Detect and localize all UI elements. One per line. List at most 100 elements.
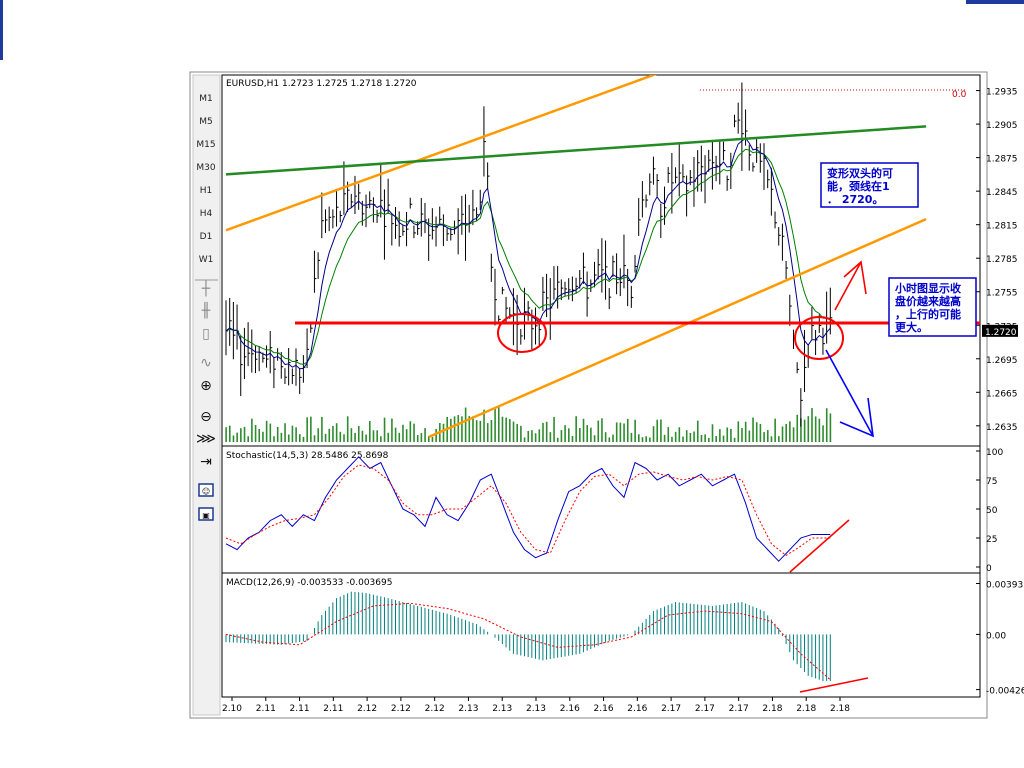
volume-bar — [660, 419, 662, 442]
volume-bar — [630, 432, 633, 442]
price-tick-label: 1.2935 — [986, 88, 1018, 98]
volume-bar — [232, 435, 235, 442]
tool-glyph: ┼ — [201, 279, 211, 297]
volume-bar — [509, 419, 511, 442]
volume-bar — [814, 416, 817, 442]
volume-bar — [527, 430, 530, 442]
volume-bar — [405, 429, 408, 442]
candlestick-icon[interactable]: ▯ — [202, 326, 210, 342]
timeframe-d1-button[interactable]: D1 — [200, 232, 213, 242]
volume-bar — [483, 409, 485, 442]
volume-bar — [280, 432, 283, 442]
chart-shift-icon[interactable]: ⇥ — [200, 454, 212, 470]
stochastic-tick-label: 25 — [986, 535, 997, 545]
bar-chart-icon[interactable]: ╫ — [201, 301, 211, 319]
volume-bar — [766, 430, 769, 442]
tool-glyph: ⋙ — [196, 431, 216, 447]
volume-bar — [291, 425, 294, 442]
timeframe-h1-button[interactable]: H1 — [200, 186, 213, 196]
timeframe-label: M30 — [196, 163, 215, 173]
volume-bar — [450, 418, 452, 442]
volume-bar — [601, 418, 603, 442]
chart-window: M1 M5 M15 M30 H1 H4 D1 W1 ┼ ╫ ▯ ∿ ⊕ ⊖ ⋙ ⇥ ☺ ▣ 1.2935 1.2905… — [189, 71, 1024, 719]
volume-bar — [604, 432, 607, 442]
timeframe-label: M15 — [196, 140, 215, 150]
crosshair-icon[interactable]: ┼ — [201, 279, 211, 297]
volume-bar — [335, 423, 338, 442]
zoom-out-icon[interactable]: ⊖ — [200, 409, 212, 425]
annotation-hourly-close: 小时图显示收盘价越来越高，上行的可能更大。 — [888, 277, 977, 337]
volume-bar — [472, 416, 474, 442]
timeframe-m1-button[interactable]: M1 — [199, 94, 213, 104]
auto-scroll-icon[interactable]: ⋙ — [196, 431, 216, 447]
volume-bar — [829, 413, 832, 442]
time-tick-label: 2.16 — [627, 704, 647, 714]
volume-bar — [579, 427, 581, 442]
volume-bar — [781, 426, 784, 442]
volume-bar — [567, 428, 570, 442]
volume-bar — [700, 434, 703, 442]
volume-bar — [369, 420, 371, 442]
terminal-icon[interactable]: ▣ — [198, 507, 214, 521]
time-tick-label: 2.18 — [830, 704, 850, 714]
volume-bar — [715, 436, 717, 442]
volume-bar — [383, 417, 386, 442]
timeframe-label: H4 — [200, 209, 213, 219]
volume-bar — [461, 416, 463, 442]
volume-bar — [520, 425, 522, 442]
timeframe-m30-button[interactable]: M30 — [196, 163, 215, 173]
volume-bar — [748, 430, 751, 442]
volume-bar — [542, 422, 544, 442]
volume-bar — [656, 419, 659, 442]
price-tick-label: 1.2665 — [986, 389, 1018, 399]
volume-bar — [649, 437, 651, 442]
time-tick-label: 2.11 — [323, 704, 343, 714]
line-chart-icon[interactable]: ∿ — [200, 355, 212, 371]
volume-bar — [284, 423, 286, 442]
volume-bar — [247, 436, 250, 442]
price-tick-label: 1.2815 — [986, 222, 1018, 232]
timeframe-h4-button[interactable]: H4 — [200, 209, 213, 219]
volume-bar — [597, 420, 600, 442]
volume-bar — [704, 434, 706, 442]
timeframe-m15-button[interactable]: M15 — [196, 140, 215, 150]
volume-bar — [549, 432, 552, 442]
volume-bar — [420, 433, 423, 442]
volume-bar — [586, 425, 589, 442]
volume-bar — [262, 431, 264, 442]
volume-bar — [789, 421, 791, 442]
volume-bar — [236, 432, 238, 442]
volume-bar — [752, 417, 754, 442]
volume-bar — [402, 424, 404, 442]
volume-bar — [737, 421, 740, 442]
tool-glyph: ⊕ — [200, 378, 212, 394]
volume-bar — [435, 428, 437, 442]
volume-bar — [667, 427, 670, 442]
expert-advisor-icon[interactable]: ☺ — [198, 483, 214, 497]
tool-glyph: ⊖ — [200, 409, 212, 425]
volume-bar — [372, 430, 375, 442]
volume-bar — [497, 407, 500, 442]
volume-bar — [295, 427, 297, 442]
time-tick-label: 2.12 — [391, 704, 411, 714]
stochastic-tick-label: 50 — [986, 506, 998, 516]
timeframe-w1-button[interactable]: W1 — [199, 255, 214, 265]
volume-bar — [354, 432, 356, 442]
current-price-label: 1.2720 — [985, 328, 1017, 338]
time-tick-label: 2.18 — [762, 704, 782, 714]
volume-bar — [590, 427, 592, 442]
volume-bar — [394, 427, 397, 442]
volume-bar — [501, 416, 504, 442]
zoom-in-icon[interactable]: ⊕ — [200, 378, 212, 394]
volume-bar — [228, 425, 231, 442]
time-tick-label: 2.12 — [425, 704, 445, 714]
volume-bar — [486, 423, 489, 442]
volume-bar — [663, 434, 666, 442]
timeframe-label: H1 — [200, 186, 213, 196]
volume-bar — [744, 421, 747, 442]
volume-bar — [505, 417, 507, 442]
timeframe-m5-button[interactable]: M5 — [199, 117, 213, 127]
volume-bar — [398, 432, 401, 442]
volume-bar — [796, 414, 799, 442]
volume-bar — [424, 428, 426, 442]
